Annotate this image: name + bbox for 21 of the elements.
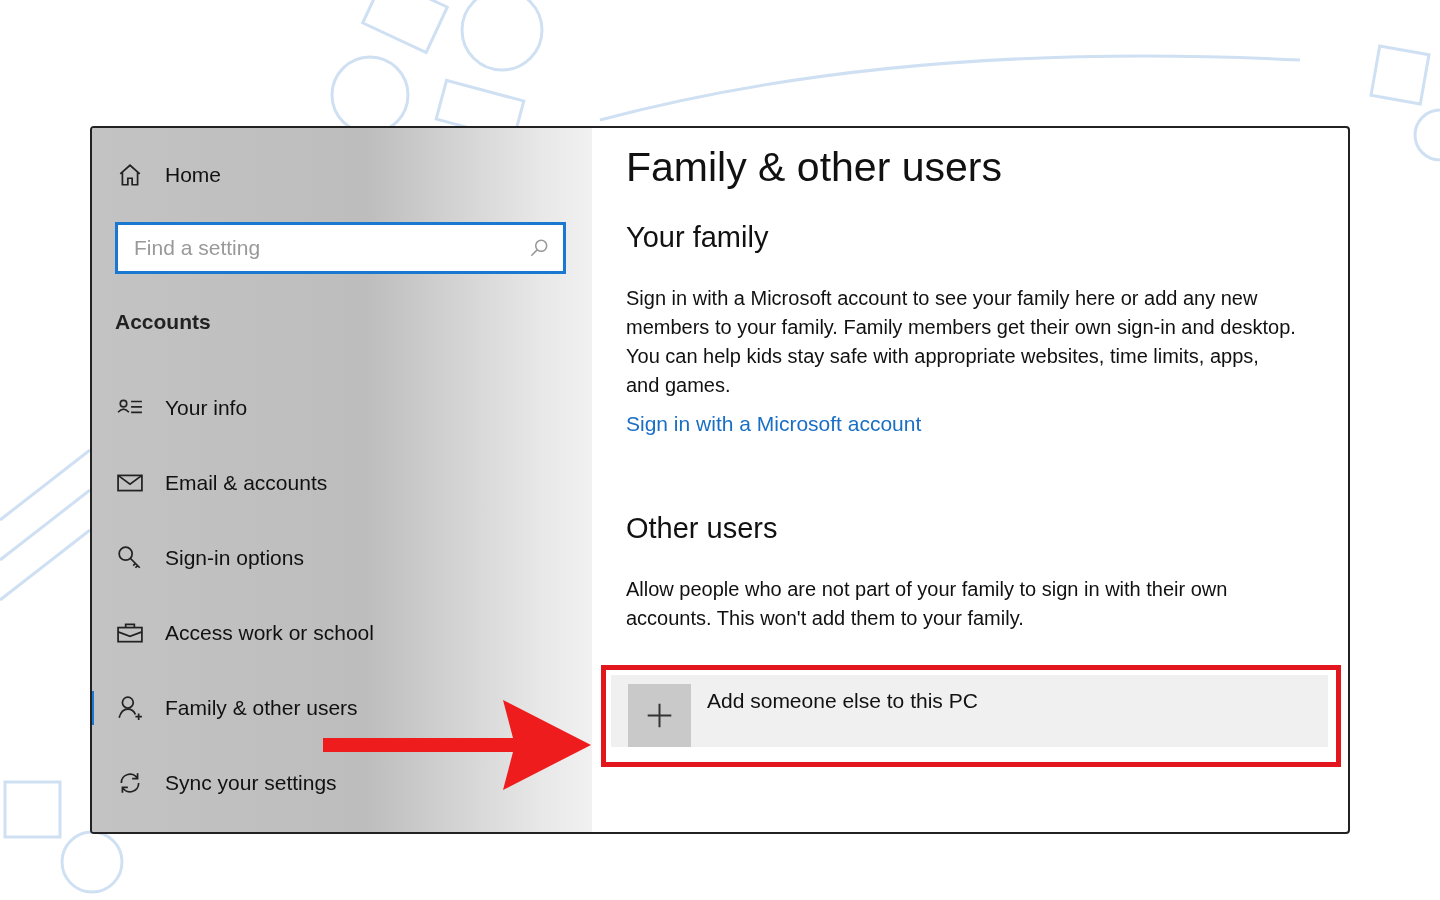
section-heading: Other users	[626, 512, 779, 545]
home-link[interactable]: Home	[92, 158, 592, 192]
description-text: Allow people who are not part of your family to sign in with their own accounts. This won't add them to your family.	[626, 577, 1229, 631]
sidebar-item[interactable]: Email & accounts	[92, 466, 592, 500]
home-icon	[117, 162, 143, 188]
sidebar-item[interactable]: Sync your settings	[92, 766, 592, 800]
search-field[interactable]: Find a setting	[115, 222, 566, 274]
key-icon	[117, 545, 143, 571]
add-user-button[interactable]: Add someone else to this PC	[611, 675, 1328, 747]
briefcase-icon	[117, 620, 143, 646]
search-icon	[528, 237, 550, 259]
sidebar-item[interactable]: Access work or school	[92, 616, 592, 650]
description-text: Sign in with a Microsoft account to see your family here or add any new members to your family. Family members get their own sign-in and desktop. You can help kids stay safe with appropriate websites, time limits, apps, and games.	[626, 286, 1296, 398]
add-person-icon	[117, 695, 143, 721]
page-title: Family & other users	[626, 144, 1003, 191]
section-heading: Your family	[626, 221, 770, 254]
sign-in-link[interactable]: Sign in with a Microsoft account	[626, 412, 922, 436]
sidebar-item[interactable]: Your info	[92, 391, 592, 425]
sidebar-item[interactable]: Sign-in options	[92, 541, 592, 575]
section-heading: Accounts	[115, 310, 212, 334]
plus-icon	[628, 684, 691, 747]
